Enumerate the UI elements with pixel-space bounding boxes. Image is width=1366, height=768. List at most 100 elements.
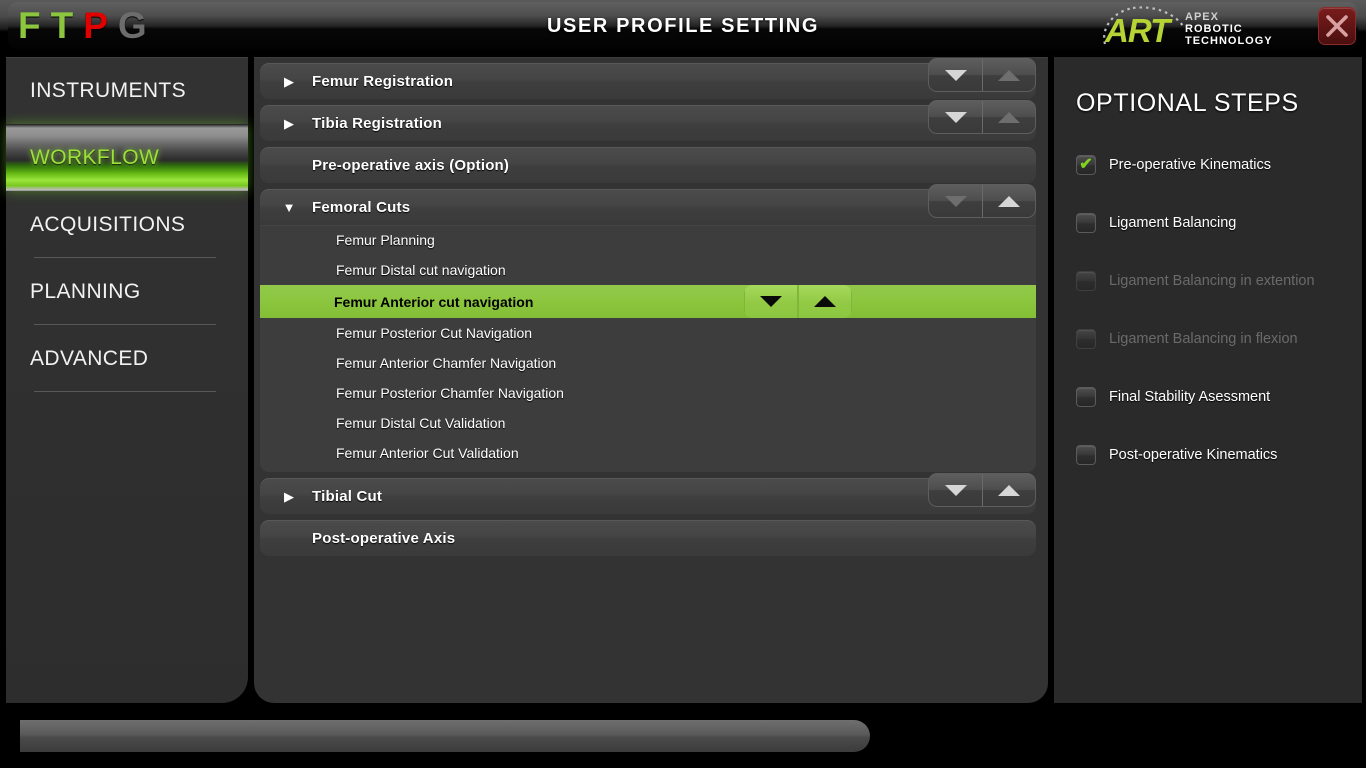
sidebar-item-advanced[interactable]: ADVANCED (6, 325, 248, 392)
optional-steps-panel: OPTIONAL STEPS ✔ Pre-operative Kinematic… (1054, 57, 1362, 703)
sidebar-item-instruments[interactable]: INSTRUMENTS (6, 57, 248, 124)
sort-controls (928, 100, 1036, 134)
workflow-subitem-femur-posterior-cut-navigation[interactable]: Femur Posterior Cut Navigation (260, 318, 1036, 348)
sort-controls (928, 58, 1036, 92)
arrow-down-icon (944, 111, 967, 123)
workflow-row-label: Femur Registration (312, 72, 454, 90)
workflow-row-femur-registration[interactable]: ▶ Femur Registration (260, 58, 1036, 99)
workflow-subitem-label: Femur Distal Cut Validation (336, 415, 506, 431)
optional-steps-title: OPTIONAL STEPS (1076, 89, 1299, 117)
workflow-row-pre-operative-axis[interactable]: Pre-operative axis (Option) (260, 147, 1036, 183)
sidebar-item-label: PLANNING (30, 279, 141, 303)
workflow-subitem-femur-anterior-cut-validation[interactable]: Femur Anterior Cut Validation (260, 438, 1036, 468)
application-window: F T P G USER PROFILE SETTING ART APEX RO… (0, 0, 1366, 768)
move-up-button[interactable] (982, 185, 1035, 217)
move-down-button[interactable] (929, 185, 982, 217)
chevron-down-icon[interactable]: ▼ (276, 201, 302, 214)
arrow-up-icon (998, 111, 1020, 123)
workflow-subitem-femur-anterior-chamfer-navigation[interactable]: Femur Anterior Chamfer Navigation (260, 348, 1036, 378)
sort-controls (744, 285, 852, 318)
ftpg-logo: F T P G (18, 4, 148, 48)
workflow-subitem-femur-distal-cut-navigation[interactable]: Femur Distal cut navigation (260, 255, 1036, 285)
sidebar-item-label: WORKFLOW (30, 145, 160, 169)
sidebar-item-workflow[interactable]: WORKFLOW (6, 124, 248, 191)
workflow-row-label: Tibia Registration (312, 114, 443, 132)
move-down-button[interactable] (929, 101, 982, 133)
optional-step-label: Final Stability Asessment (1109, 388, 1271, 405)
optional-step-ligament-balancing-in-extention: Ligament Balancing in extention (1076, 266, 1362, 295)
workflow-row-femoral-cuts[interactable]: ▼ Femoral Cuts (260, 184, 1036, 225)
workflow-subitem-femur-posterior-chamfer-navigation[interactable]: Femur Posterior Chamfer Navigation (260, 378, 1036, 408)
optional-step-label: Ligament Balancing in extention (1109, 272, 1315, 289)
move-up-button[interactable] (798, 285, 852, 318)
checkbox-checked[interactable]: ✔ (1076, 154, 1096, 175)
logo-letter-g: G (117, 5, 148, 46)
arrow-up-icon (814, 296, 836, 307)
chevron-right-icon[interactable]: ▶ (276, 117, 302, 130)
workflow-row-label: Tibial Cut (312, 487, 383, 505)
checkbox-disabled (1076, 270, 1096, 291)
logo-letter-p: P (83, 5, 109, 46)
arrow-down-icon (944, 195, 967, 207)
move-down-button[interactable] (929, 474, 982, 506)
optional-step-pre-operative-kinematics[interactable]: ✔ Pre-operative Kinematics (1076, 150, 1362, 179)
workflow-subitem-label: Femur Distal cut navigation (336, 262, 506, 278)
sort-controls (928, 473, 1036, 507)
workflow-subitem-femur-planning[interactable]: Femur Planning (260, 225, 1036, 255)
workflow-row-post-operative-axis[interactable]: Post-operative Axis (260, 520, 1036, 556)
svg-text:TECHNOLOGY: TECHNOLOGY (1185, 35, 1273, 47)
move-down-button[interactable] (744, 285, 798, 318)
checkbox-unchecked[interactable] (1076, 386, 1096, 407)
workflow-row-label: Post-operative Axis (312, 529, 456, 547)
workflow-list-panel: ▶ Femur Registration ▶ Tibia Registratio… (254, 57, 1048, 703)
workflow-subitem-femur-anterior-cut-navigation[interactable]: Femur Anterior cut navigation (260, 285, 1036, 318)
optional-step-label: Post-operative Kinematics (1109, 446, 1278, 463)
optional-steps-list: ✔ Pre-operative Kinematics Ligament Bala… (1054, 150, 1362, 469)
arrow-up-icon (998, 69, 1020, 81)
workflow-row-label: Femoral Cuts (312, 198, 411, 216)
move-up-button[interactable] (982, 101, 1035, 133)
close-icon (1326, 15, 1348, 37)
workflow-row-tibia-registration[interactable]: ▶ Tibia Registration (260, 100, 1036, 141)
workflow-row-label: Pre-operative axis (Option) (312, 156, 510, 174)
workflow-subitem-femur-distal-cut-validation[interactable]: Femur Distal Cut Validation (260, 408, 1036, 438)
close-window-button[interactable] (1318, 7, 1356, 45)
workflow-subitem-label: Femur Posterior Chamfer Navigation (336, 385, 564, 401)
checkbox-unchecked[interactable] (1076, 212, 1096, 233)
optional-step-ligament-balancing-in-flexion: Ligament Balancing in flexion (1076, 324, 1362, 353)
optional-step-final-stability-asessment[interactable]: Final Stability Asessment (1076, 382, 1362, 411)
chevron-right-icon[interactable]: ▶ (276, 490, 302, 503)
workflow-subitem-label: Femur Planning (336, 232, 435, 248)
arrow-down-icon (760, 296, 782, 307)
move-up-button[interactable] (982, 474, 1035, 506)
svg-text:APEX: APEX (1185, 11, 1219, 23)
move-down-button[interactable] (929, 59, 982, 91)
logo-letter-t: T (50, 5, 75, 46)
arrow-up-icon (998, 195, 1020, 207)
optional-step-label: Ligament Balancing (1109, 214, 1237, 231)
optional-step-ligament-balancing[interactable]: Ligament Balancing (1076, 208, 1362, 237)
svg-text:ROBOTIC: ROBOTIC (1185, 23, 1243, 35)
move-up-button[interactable] (982, 59, 1035, 91)
optional-step-post-operative-kinematics[interactable]: Post-operative Kinematics (1076, 440, 1362, 469)
toolbar-strip (20, 720, 870, 752)
workflow-row-tibial-cut[interactable]: ▶ Tibial Cut (260, 473, 1036, 514)
bottom-toolbar: ? L - - - (0, 703, 1366, 768)
check-icon: ✔ (1079, 155, 1093, 173)
workflow-subitem-label: Femur Anterior cut navigation (334, 293, 534, 310)
chevron-right-icon[interactable]: ▶ (276, 75, 302, 88)
sidebar-item-planning[interactable]: PLANNING (6, 258, 248, 325)
sidebar-item-acquisitions[interactable]: ACQUISITIONS (6, 191, 248, 258)
workflow-subitem-label: Femur Anterior Chamfer Navigation (336, 355, 557, 371)
optional-step-label: Pre-operative Kinematics (1109, 156, 1271, 173)
art-brand-logo: ART APEX ROBOTIC TECHNOLOGY (1099, 4, 1294, 48)
logo-letter-f: F (18, 5, 42, 46)
arrow-down-icon (944, 69, 967, 81)
optional-step-label: Ligament Balancing in flexion (1109, 330, 1298, 347)
divider (34, 391, 216, 392)
checkbox-unchecked[interactable] (1076, 444, 1096, 465)
sort-controls (928, 184, 1036, 218)
sidebar-item-label: ACQUISITIONS (30, 212, 186, 236)
workflow-subitem-label: Femur Posterior Cut Navigation (336, 325, 533, 341)
sidebar-item-label: ADVANCED (30, 346, 149, 370)
